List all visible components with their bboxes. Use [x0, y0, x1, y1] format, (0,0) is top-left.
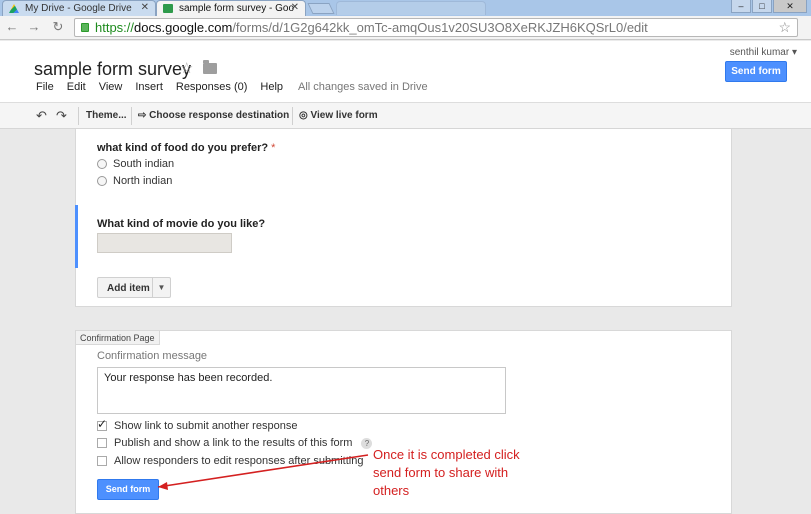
add-item-label: Add item	[107, 283, 150, 294]
save-status: All changes saved in Drive	[298, 81, 428, 93]
background-window-tab	[336, 1, 486, 15]
url-path: /forms/d/1G2g642kk_omTc-amqOus1v20SU3O8X…	[232, 20, 648, 35]
chevron-down-icon[interactable]: ▼	[152, 278, 170, 297]
add-item-button[interactable]: Add item ▼	[97, 277, 171, 298]
radio-button[interactable]	[97, 159, 107, 169]
maximize-icon[interactable]: □	[752, 0, 772, 13]
menu-help[interactable]: Help	[260, 81, 283, 93]
checkbox-option[interactable]: Show link to submit another response	[97, 417, 298, 432]
annotation-note: Once it is completed click send form to …	[373, 447, 520, 498]
tab-my-drive[interactable]: My Drive - Google Drive ✕	[2, 0, 156, 16]
checkbox-option[interactable]: Publish and show a link to the results o…	[97, 437, 373, 449]
star-icon[interactable]: ☆	[180, 59, 193, 77]
tab-title: My Drive - Google Drive	[25, 3, 132, 14]
view-live-form-button[interactable]: ◎ View live form	[299, 110, 378, 121]
tab-title: sample form survey - Goo	[179, 3, 295, 14]
toolbar-divider	[131, 107, 132, 125]
checkbox-label: Publish and show a link to the results o…	[114, 437, 353, 449]
confirmation-message-textarea[interactable]: Your response has been recorded.	[97, 367, 506, 414]
checkbox-label: Show link to submit another response	[114, 420, 298, 432]
active-question-indicator	[75, 205, 78, 268]
toolbar-divider	[292, 107, 293, 125]
toolbar: ↶ ↷ Theme... ⇨ Choose response destinati…	[0, 102, 811, 129]
checkbox[interactable]	[97, 438, 107, 448]
radio-option[interactable]: South indian	[97, 158, 174, 170]
document-title[interactable]: sample form survey	[34, 59, 191, 80]
minimize-icon[interactable]: –	[731, 0, 751, 13]
response-destination-icon: ⇨	[138, 110, 147, 121]
menu-view[interactable]: View	[99, 81, 123, 93]
question-title[interactable]: What kind of movie do you like?	[97, 218, 265, 230]
radio-label: North indian	[113, 175, 173, 187]
confirmation-page-tab: Confirmation Page	[76, 331, 160, 345]
navigation-bar: ← → ↻ https://docs.google.com/forms/d/1G…	[0, 16, 811, 40]
choose-response-destination-button[interactable]: ⇨ Choose response destination	[138, 110, 289, 121]
account-name[interactable]: senthil kumar ▾	[730, 47, 797, 58]
confirmation-message-label: Confirmation message	[97, 350, 208, 362]
checkbox[interactable]	[97, 456, 107, 466]
radio-label: South indian	[113, 158, 175, 170]
menu-insert[interactable]: Insert	[135, 81, 163, 93]
menu-edit[interactable]: Edit	[67, 81, 86, 93]
question-title[interactable]: what kind of food do you prefer? *	[97, 142, 275, 154]
close-icon[interactable]: ✕	[291, 2, 299, 13]
browser-tab-strip: My Drive - Google Drive ✕ sample form su…	[0, 0, 811, 16]
view-live-form-label: View live form	[310, 110, 378, 121]
menu-bar: File Edit View Insert Responses (0) Help	[36, 81, 283, 93]
window-close-icon[interactable]: ✕	[773, 0, 807, 13]
window-controls: – □ ✕	[731, 0, 807, 13]
lock-icon	[81, 23, 89, 32]
checkbox[interactable]	[97, 417, 107, 431]
send-form-bottom-button[interactable]: Send form	[97, 479, 159, 500]
tab-sample-form[interactable]: sample form survey - Goo ✕	[156, 0, 306, 16]
help-icon[interactable]: ?	[361, 437, 373, 449]
back-arrow-icon[interactable]: ←	[4, 19, 20, 35]
text-answer-field[interactable]	[97, 233, 232, 253]
questions-card: what kind of food do you prefer? * South…	[75, 129, 732, 307]
google-drive-icon	[9, 4, 19, 13]
redo-icon[interactable]: ↷	[56, 108, 67, 124]
new-tab-button[interactable]	[307, 3, 335, 14]
menu-responses[interactable]: Responses (0)	[176, 81, 248, 93]
checkbox-option[interactable]: Allow responders to edit responses after…	[97, 455, 363, 467]
checkbox-label: Allow responders to edit responses after…	[114, 455, 364, 467]
close-icon[interactable]: ✕	[141, 2, 149, 13]
bookmark-star-icon[interactable]: ☆	[778, 19, 791, 36]
forward-arrow-icon[interactable]: →	[26, 19, 42, 35]
response-destination-label: Choose response destination	[149, 110, 290, 121]
address-bar[interactable]: https://docs.google.com/forms/d/1G2g642k…	[74, 18, 798, 37]
google-forms-icon	[163, 4, 173, 13]
forms-header: sample form survey ☆ senthil kumar ▾ Sen…	[0, 41, 811, 102]
required-mark: *	[271, 142, 276, 154]
toolbar-divider	[78, 107, 79, 125]
question-title-text: what kind of food do you prefer?	[97, 142, 269, 154]
reload-icon[interactable]: ↻	[50, 19, 66, 35]
folder-icon[interactable]	[203, 60, 217, 74]
send-form-button[interactable]: Send form	[725, 61, 787, 82]
theme-button[interactable]: Theme...	[86, 110, 127, 121]
radio-option[interactable]: North indian	[97, 175, 172, 187]
radio-button[interactable]	[97, 176, 107, 186]
menu-file[interactable]: File	[36, 81, 54, 93]
globe-icon: ◎	[299, 110, 308, 121]
url-scheme: https://	[95, 20, 135, 35]
undo-icon[interactable]: ↶	[36, 108, 47, 124]
url-host: docs.google.com	[134, 20, 233, 35]
